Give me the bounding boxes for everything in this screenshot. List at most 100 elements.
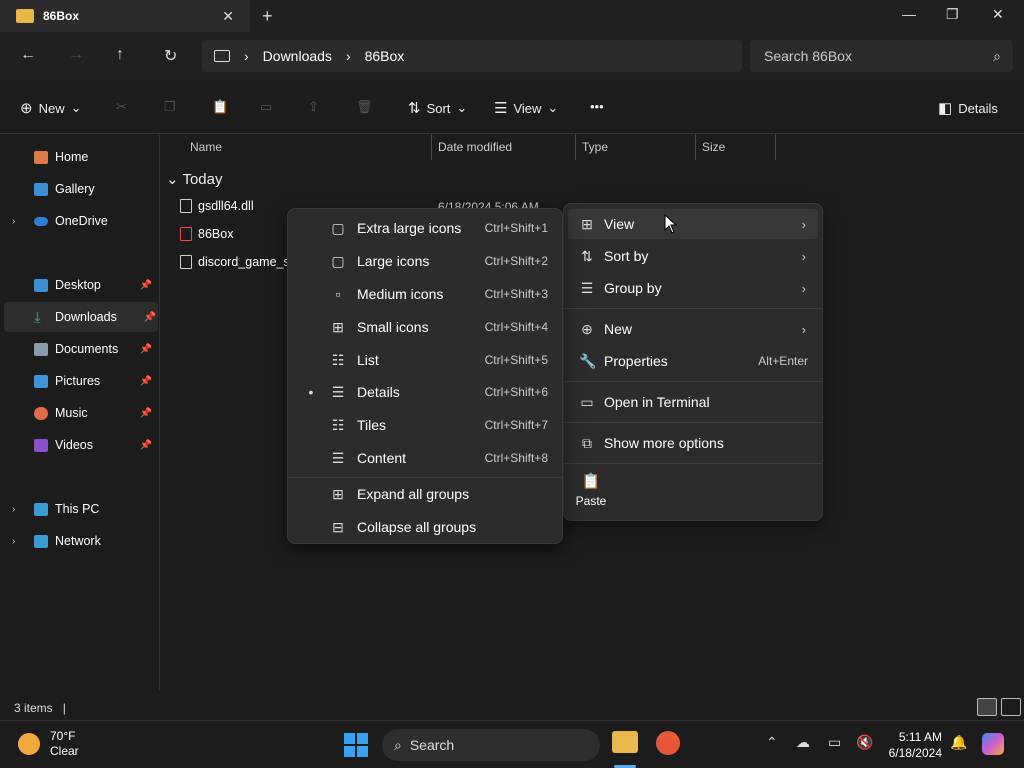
sidebar-item-pictures[interactable]: Pictures 📌 xyxy=(0,366,158,396)
forward-button[interactable]: → xyxy=(68,46,84,64)
menu-item-details[interactable]: • ☰ Details Ctrl+Shift+6 xyxy=(292,377,558,407)
menu-item-tiles[interactable]: ☷ Tiles Ctrl+Shift+7 xyxy=(292,410,558,440)
column-divider[interactable] xyxy=(695,134,696,160)
group-label: Today xyxy=(182,171,223,188)
breadcrumb-downloads[interactable]: Downloads xyxy=(263,48,332,64)
minimize-button[interactable]: — xyxy=(902,6,916,22)
column-divider[interactable] xyxy=(775,134,776,160)
sidebar-item-videos[interactable]: Videos 📌 xyxy=(0,430,158,460)
breadcrumb-separator[interactable]: › xyxy=(346,48,351,64)
sidebar-item-documents[interactable]: Documents 📌 xyxy=(0,334,158,364)
menu-item-list[interactable]: ☷ List Ctrl+Shift+5 xyxy=(292,345,558,375)
menu-item-small-icons[interactable]: ⊞ Small icons Ctrl+Shift+4 xyxy=(292,312,558,342)
sidebar-item-network[interactable]: › Network xyxy=(0,526,158,556)
start-button[interactable] xyxy=(344,733,368,757)
column-header-type[interactable]: Type xyxy=(582,140,608,160)
menu-item-collapse-all-groups[interactable]: ⊟ Collapse all groups xyxy=(292,512,558,542)
file-row[interactable]: discord_game_sc xyxy=(180,255,296,269)
menu-item-view[interactable]: ⊞ View › xyxy=(568,209,818,239)
share-icon[interactable]: ⇪ xyxy=(308,99,319,115)
rename-icon[interactable]: ▭ xyxy=(260,99,272,115)
menu-item-properties[interactable]: 🔧 Properties Alt+Enter xyxy=(568,346,818,376)
maximize-button[interactable]: ❐ xyxy=(946,6,959,23)
more-options-button[interactable]: ••• xyxy=(590,99,604,114)
status-cursor: | xyxy=(62,701,66,715)
onedrive-icon[interactable]: ☁ xyxy=(796,734,810,751)
menu-item-medium-icons[interactable]: ▫ Medium icons Ctrl+Shift+3 xyxy=(292,279,558,309)
firefox-icon[interactable] xyxy=(656,731,680,755)
weather-widget[interactable]: 70°F Clear xyxy=(18,729,79,759)
menu-item-open-terminal[interactable]: ▭ Open in Terminal xyxy=(568,387,818,417)
address-bar[interactable]: › Downloads › 86Box xyxy=(202,40,742,72)
file-row[interactable]: 86Box xyxy=(180,227,233,241)
file-explorer-window: 86Box ✕ + — ❐ ✕ ← → ↑ ↻ › Downloads › 86… xyxy=(0,0,1024,720)
menu-item-label: Expand all groups xyxy=(357,486,470,502)
clock[interactable]: 5:11 AM 6/18/2024 xyxy=(880,729,942,761)
chevron-right-icon[interactable]: › xyxy=(12,536,15,547)
menu-item-show-more-options[interactable]: ⧉ Show more options xyxy=(568,428,818,458)
paste-button[interactable]: 📋 Paste xyxy=(574,472,608,508)
plus-circle-icon: ⊕ xyxy=(20,100,33,117)
menu-item-label: Group by xyxy=(604,280,662,296)
sidebar-item-desktop[interactable]: Desktop 📌 xyxy=(0,270,158,300)
column-divider[interactable] xyxy=(575,134,576,160)
breadcrumb-86box[interactable]: 86Box xyxy=(365,48,405,64)
view-button[interactable]: ☰ View ⌄ xyxy=(494,99,558,117)
details-pane-button[interactable]: ◧ Details xyxy=(938,99,998,117)
taskbar-search[interactable]: ⌕ Search xyxy=(382,729,600,761)
close-window-button[interactable]: ✕ xyxy=(992,6,1004,23)
menu-item-extra-large-icons[interactable]: ▢ Extra large icons Ctrl+Shift+1 xyxy=(292,213,558,243)
details-pane-label: Details xyxy=(958,100,998,116)
file-row[interactable]: gsdll64.dll xyxy=(180,199,254,213)
sidebar-item-onedrive[interactable]: › OneDrive xyxy=(0,206,158,236)
sidebar-item-downloads[interactable]: ⤓ Downloads 📌 xyxy=(4,302,158,332)
notification-bell-icon[interactable]: 🔔 xyxy=(950,734,967,751)
selected-bullet-icon: • xyxy=(308,384,314,400)
menu-item-group-by[interactable]: ☰ Group by › xyxy=(568,273,818,303)
display-icon[interactable]: ▭ xyxy=(828,734,841,751)
copilot-icon[interactable] xyxy=(982,733,1004,755)
chevron-right-icon[interactable]: › xyxy=(12,504,15,515)
menu-item-expand-all-groups[interactable]: ⊞ Expand all groups xyxy=(292,479,558,509)
this-pc-icon[interactable] xyxy=(214,50,230,62)
copy-icon[interactable]: ❐ xyxy=(164,99,176,115)
new-button[interactable]: ⊕ New ⌄ xyxy=(20,99,82,117)
column-divider[interactable] xyxy=(431,134,432,160)
menu-item-large-icons[interactable]: ▢ Large icons Ctrl+Shift+2 xyxy=(292,246,558,276)
sidebar-item-gallery[interactable]: Gallery xyxy=(0,174,158,204)
back-button[interactable]: ← xyxy=(20,46,36,64)
sort-button[interactable]: ⇅ Sort ⌄ xyxy=(408,99,467,117)
documents-icon xyxy=(34,342,48,356)
delete-icon[interactable]: 🗑 xyxy=(356,99,373,115)
sidebar-item-label: Network xyxy=(55,534,101,548)
menu-item-content[interactable]: ☰ Content Ctrl+Shift+8 xyxy=(292,443,558,473)
sidebar-item-thispc[interactable]: › This PC xyxy=(0,494,158,524)
column-header-date[interactable]: Date modified xyxy=(438,140,512,160)
volume-muted-icon[interactable]: 🔇 xyxy=(856,734,873,751)
sidebar-item-music[interactable]: Music 📌 xyxy=(0,398,158,428)
search-input[interactable]: Search 86Box ⌕ xyxy=(750,40,1013,72)
new-tab-button[interactable]: + xyxy=(262,6,273,27)
chevron-right-icon[interactable]: › xyxy=(12,216,15,227)
sidebar-item-home[interactable]: Home xyxy=(0,142,158,172)
large-icons-view-toggle[interactable] xyxy=(1001,698,1021,716)
refresh-button[interactable]: ↻ xyxy=(164,46,177,66)
close-tab-icon[interactable]: ✕ xyxy=(222,8,234,25)
file-explorer-taskbar-icon[interactable] xyxy=(612,731,638,753)
menu-item-sort-by[interactable]: ⇅ Sort by › xyxy=(568,241,818,271)
column-header-size[interactable]: Size xyxy=(702,140,725,160)
menu-item-new[interactable]: ⊕ New › xyxy=(568,314,818,344)
cut-icon[interactable]: ✂ xyxy=(116,99,127,115)
menu-item-shortcut: Ctrl+Shift+8 xyxy=(484,451,548,465)
paste-icon[interactable]: 📋 xyxy=(212,99,228,115)
details-view-toggle[interactable] xyxy=(977,698,997,716)
weather-condition: Clear xyxy=(50,744,79,758)
app-icon xyxy=(180,227,192,241)
up-button[interactable]: ↑ xyxy=(116,46,124,64)
group-header-today[interactable]: ⌄ Today xyxy=(166,170,223,188)
folder-icon xyxy=(16,9,34,23)
column-header-name[interactable]: Name xyxy=(190,140,222,160)
tab-86box[interactable]: 86Box ✕ xyxy=(0,0,250,32)
breadcrumb-separator[interactable]: › xyxy=(244,48,249,64)
chevron-up-icon[interactable]: ⌃ xyxy=(766,734,778,751)
